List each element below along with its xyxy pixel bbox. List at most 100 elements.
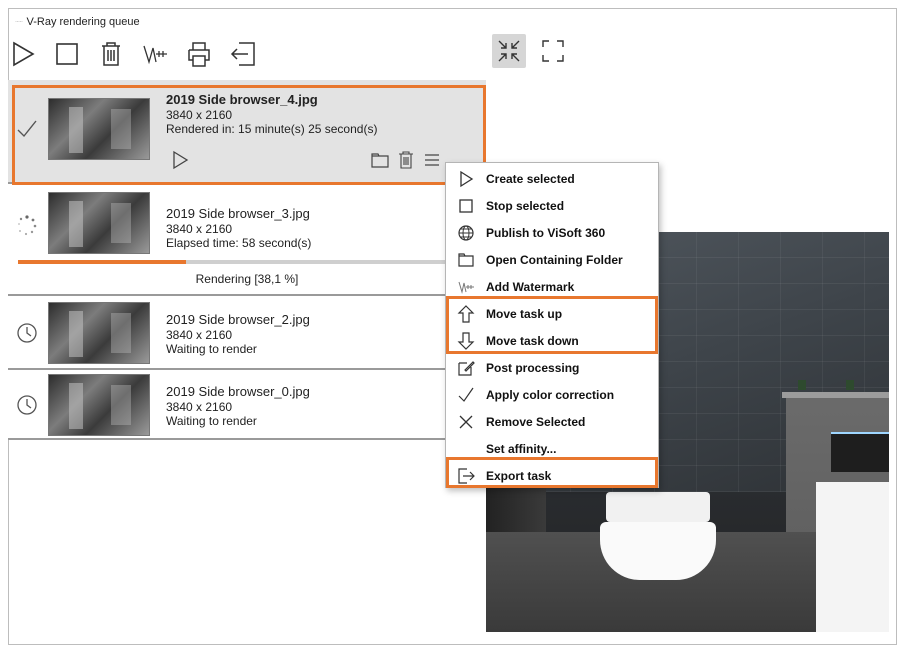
stop-icon — [56, 43, 78, 65]
play-icon — [13, 41, 35, 67]
task-info: 2019 Side browser_2.jpg 3840 x 2160 Wait… — [166, 312, 310, 356]
task-name: 2019 Side browser_4.jpg — [166, 92, 318, 107]
export-icon — [458, 467, 475, 484]
watermark-icon — [458, 281, 474, 294]
trash-icon — [102, 42, 120, 66]
queue-task-selected[interactable]: 2019 Side browser_4.jpg 3840 x 2160 Rend… — [8, 80, 486, 184]
render-queue-list: 2019 Side browser_4.jpg 3840 x 2160 Rend… — [8, 80, 486, 440]
shrink-icon — [498, 40, 520, 62]
queue-task-waiting[interactable]: 2019 Side browser_2.jpg 3840 x 2160 Wait… — [8, 296, 486, 370]
task-status: Waiting to render — [166, 342, 257, 356]
toilet-bowl — [600, 522, 716, 580]
folder-icon[interactable] — [370, 150, 390, 170]
folder-icon — [458, 252, 474, 267]
task-status: Rendered in: 15 minute(s) 25 second(s) — [166, 122, 378, 136]
menu-item-color-correction[interactable]: Apply color correction — [446, 381, 658, 408]
queue-task-rendering[interactable]: 2019 Side browser_3.jpg 3840 x 2160 Elap… — [8, 184, 486, 296]
task-resolution: 3840 x 2160 — [166, 108, 233, 122]
fit-view-button[interactable] — [492, 34, 526, 68]
exit-button[interactable] — [228, 39, 258, 69]
spinner-icon — [14, 212, 40, 238]
menu-item-label: Open Containing Folder — [486, 252, 623, 267]
task-name: 2019 Side browser_0.jpg — [166, 384, 310, 399]
menu-item-label: Apply color correction — [486, 387, 615, 402]
menu-item-remove-selected[interactable]: Remove Selected — [446, 408, 658, 435]
menu-item-add-watermark[interactable]: Add Watermark — [446, 273, 658, 300]
task-resolution: 3840 x 2160 — [166, 222, 233, 236]
print-button[interactable] — [184, 39, 214, 69]
menu-item-move-up[interactable]: Move task up — [446, 300, 658, 327]
task-info: 2019 Side browser_0.jpg 3840 x 2160 Wait… — [166, 384, 310, 428]
menu-item-label: Remove Selected — [486, 414, 586, 429]
plant — [798, 380, 806, 390]
title-bar: ····· V-Ray rendering queue — [9, 9, 896, 35]
progress-fill — [18, 260, 186, 264]
delete-all-button[interactable] — [96, 39, 126, 69]
toilet-tank — [606, 492, 710, 522]
rendering-status: Rendering [38,1 %] — [195, 272, 299, 286]
arrow-up-icon — [457, 304, 475, 323]
edit-icon — [458, 360, 475, 376]
window-title: V-Ray rendering queue — [26, 16, 140, 28]
task-action-group — [370, 150, 442, 170]
task-thumbnail — [48, 302, 150, 364]
play-icon[interactable] — [170, 150, 190, 170]
task-name: 2019 Side browser_2.jpg — [166, 312, 310, 327]
task-resolution: 3840 x 2160 — [166, 400, 233, 414]
menu-item-post-processing[interactable]: Post processing — [446, 354, 658, 381]
app-icon: ····· — [15, 19, 23, 25]
checkmark-icon — [14, 116, 40, 142]
menu-item-label: Stop selected — [486, 198, 565, 213]
play-icon — [460, 170, 474, 187]
menu-item-label: Post processing — [486, 360, 580, 375]
shelf — [782, 392, 889, 398]
context-menu: Create selected Stop selected Publish to… — [445, 162, 659, 488]
start-all-button[interactable] — [8, 39, 38, 69]
arrow-down-icon — [457, 331, 475, 350]
task-thumbnail — [48, 98, 150, 160]
menu-item-publish[interactable]: Publish to ViSoft 360 — [446, 219, 658, 246]
task-resolution: 3840 x 2160 — [166, 328, 233, 342]
menu-item-create-selected[interactable]: Create selected — [446, 165, 658, 192]
queue-task-waiting[interactable]: 2019 Side browser_0.jpg 3840 x 2160 Wait… — [8, 370, 486, 440]
menu-item-label: Move task up — [486, 306, 563, 321]
menu-item-export-task[interactable]: Export task — [446, 462, 658, 489]
task-play-action — [170, 150, 190, 170]
preview-toolbar — [492, 34, 570, 68]
progress-bar — [18, 260, 458, 264]
close-icon — [459, 415, 473, 428]
menu-item-label: Move task down — [486, 333, 579, 348]
printer-icon — [188, 42, 210, 67]
menu-item-move-down[interactable]: Move task down — [446, 327, 658, 354]
menu-item-label: Set affinity... — [486, 441, 557, 456]
task-info: 2019 Side browser_3.jpg 3840 x 2160 Elap… — [166, 206, 311, 250]
menu-item-set-affinity[interactable]: Set affinity... — [446, 435, 658, 462]
exit-icon — [230, 42, 255, 66]
menu-icon[interactable] — [422, 150, 442, 170]
task-info: 2019 Side browser_4.jpg 3840 x 2160 Rend… — [166, 92, 377, 136]
watermark-button[interactable] — [140, 39, 170, 69]
task-name: 2019 Side browser_3.jpg — [166, 206, 310, 221]
bathtub — [816, 482, 889, 632]
task-thumbnail — [48, 374, 150, 436]
watermark-icon — [143, 45, 167, 65]
menu-item-label: Add Watermark — [486, 279, 575, 294]
task-status: Elapsed time: 58 second(s) — [166, 236, 312, 250]
menu-item-label: Create selected — [486, 171, 575, 186]
clock-icon — [14, 320, 40, 346]
checkmark-icon — [458, 387, 474, 402]
fullscreen-icon — [542, 40, 564, 62]
menu-item-stop-selected[interactable]: Stop selected — [446, 192, 658, 219]
clock-icon — [14, 392, 40, 418]
trash-icon[interactable] — [396, 150, 416, 170]
plant — [846, 380, 854, 390]
menu-item-label: Publish to ViSoft 360 — [486, 225, 606, 240]
menu-item-open-folder[interactable]: Open Containing Folder — [446, 246, 658, 273]
stop-icon — [459, 198, 473, 213]
fullscreen-button[interactable] — [536, 34, 570, 68]
task-status: Waiting to render — [166, 414, 257, 428]
stop-all-button[interactable] — [52, 39, 82, 69]
menu-item-label: Export task — [486, 468, 552, 483]
wall-niche — [831, 432, 889, 472]
globe-icon — [458, 224, 474, 241]
